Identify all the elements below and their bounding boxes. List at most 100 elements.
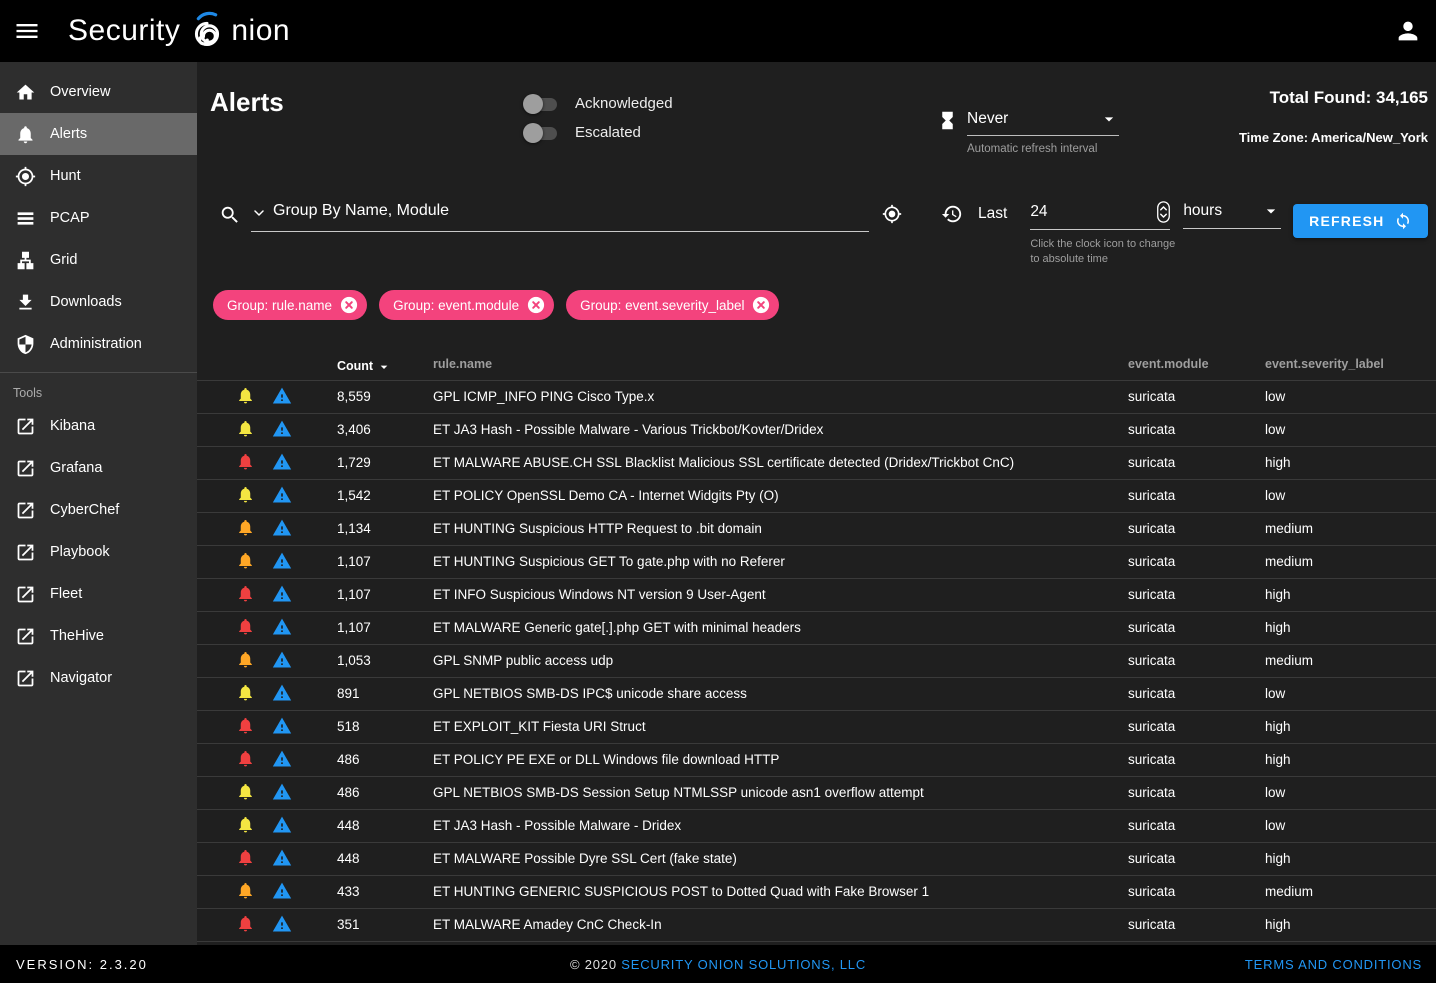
cell-severity-label[interactable]: high <box>1265 719 1291 734</box>
column-header-rule-name[interactable]: rule.name <box>433 357 492 371</box>
cell-count[interactable]: 1,107 <box>337 620 371 635</box>
sidebar-tool-playbook[interactable]: Playbook <box>0 531 197 573</box>
alert-info-icon[interactable] <box>272 419 292 439</box>
alert-info-icon[interactable] <box>272 881 292 901</box>
cell-event-module[interactable]: suricata <box>1128 818 1175 833</box>
cell-rule-name[interactable]: ET MALWARE Possible Dyre SSL Cert (fake … <box>433 851 737 866</box>
cell-event-module[interactable]: suricata <box>1128 686 1175 701</box>
cell-event-module[interactable]: suricata <box>1128 422 1175 437</box>
alert-info-icon[interactable] <box>272 683 292 703</box>
cell-count[interactable]: 448 <box>337 818 360 833</box>
table-row[interactable]: 8,559 GPL ICMP_INFO PING Cisco Type.x su… <box>197 380 1436 413</box>
cell-count[interactable]: 1,542 <box>337 488 371 503</box>
cell-severity-label[interactable]: high <box>1265 752 1291 767</box>
cell-rule-name[interactable]: GPL ICMP_INFO PING Cisco Type.x <box>433 389 654 404</box>
table-row[interactable]: 486 ET POLICY PE EXE or DLL Windows file… <box>197 743 1436 776</box>
terms-link[interactable]: TERMS AND CONDITIONS <box>1245 957 1422 972</box>
query-history-chevron-icon[interactable] <box>251 201 273 221</box>
cell-rule-name[interactable]: ET HUNTING Suspicious GET To gate.php wi… <box>433 554 785 569</box>
alert-info-icon[interactable] <box>272 716 292 736</box>
severity-bell-icon[interactable] <box>236 881 255 900</box>
group-filter-chip[interactable]: Group: event.module <box>379 290 554 320</box>
group-filter-chip[interactable]: Group: rule.name <box>213 290 367 320</box>
sidebar-tool-thehive[interactable]: TheHive <box>0 615 197 657</box>
alert-info-icon[interactable] <box>272 584 292 604</box>
cell-count[interactable]: 351 <box>337 917 360 932</box>
toggle-escalated[interactable]: Escalated <box>523 118 673 147</box>
menu-icon[interactable] <box>13 17 41 45</box>
severity-bell-icon[interactable] <box>236 848 255 867</box>
refresh-button[interactable]: REFRESH <box>1293 204 1428 238</box>
cell-count[interactable]: 518 <box>337 719 360 734</box>
cell-rule-name[interactable]: ET POLICY PE EXE or DLL Windows file dow… <box>433 752 779 767</box>
cell-rule-name[interactable]: ET JA3 Hash - Possible Malware - Various… <box>433 422 823 437</box>
alert-info-icon[interactable] <box>272 617 292 637</box>
sidebar-tool-kibana[interactable]: Kibana <box>0 405 197 447</box>
cell-event-module[interactable]: suricata <box>1128 620 1175 635</box>
severity-bell-icon[interactable] <box>236 551 255 570</box>
cell-count[interactable]: 1,107 <box>337 587 371 602</box>
table-row[interactable]: 486 GPL NETBIOS SMB-DS Session Setup NTM… <box>197 776 1436 809</box>
cell-severity-label[interactable]: low <box>1265 818 1285 833</box>
table-row[interactable]: 1,107 ET HUNTING Suspicious GET To gate.… <box>197 545 1436 578</box>
sidebar-tool-cyberchef[interactable]: CyberChef <box>0 489 197 531</box>
table-row[interactable]: 1,107 ET INFO Suspicious Windows NT vers… <box>197 578 1436 611</box>
cell-severity-label[interactable]: high <box>1265 455 1291 470</box>
severity-bell-icon[interactable] <box>236 518 255 537</box>
cell-event-module[interactable]: suricata <box>1128 752 1175 767</box>
cell-rule-name[interactable]: GPL SNMP public access udp <box>433 653 613 668</box>
cell-event-module[interactable]: suricata <box>1128 785 1175 800</box>
alert-info-icon[interactable] <box>272 914 292 934</box>
severity-bell-icon[interactable] <box>236 419 255 438</box>
table-row[interactable]: 448 ET MALWARE Possible Dyre SSL Cert (f… <box>197 842 1436 875</box>
sidebar-tool-grafana[interactable]: Grafana <box>0 447 197 489</box>
relative-time-clock-icon[interactable] <box>941 201 963 225</box>
search-icon[interactable] <box>219 201 241 226</box>
table-row[interactable]: 433 ET HUNTING GENERIC SUSPICIOUS POST t… <box>197 875 1436 908</box>
column-header-count[interactable]: Count <box>337 357 392 375</box>
table-row[interactable]: 1,542 ET POLICY OpenSSL Demo CA - Intern… <box>197 479 1436 512</box>
cell-event-module[interactable]: suricata <box>1128 653 1175 668</box>
cell-rule-name[interactable]: ET MALWARE Generic gate[.].php GET with … <box>433 620 801 635</box>
alert-info-icon[interactable] <box>272 848 292 868</box>
crosshair-actions-icon[interactable] <box>882 201 902 224</box>
cell-event-module[interactable]: suricata <box>1128 587 1175 602</box>
cell-count[interactable]: 891 <box>337 686 360 701</box>
cell-event-module[interactable]: suricata <box>1128 554 1175 569</box>
sidebar-tool-navigator[interactable]: Navigator <box>0 657 197 699</box>
sidebar-item-pcap[interactable]: PCAP <box>0 197 197 239</box>
alert-info-icon[interactable] <box>272 650 292 670</box>
cell-count[interactable]: 486 <box>337 752 360 767</box>
cell-event-module[interactable]: suricata <box>1128 917 1175 932</box>
cell-count[interactable]: 448 <box>337 851 360 866</box>
cell-severity-label[interactable]: high <box>1265 587 1291 602</box>
severity-bell-icon[interactable] <box>236 485 255 504</box>
cell-rule-name[interactable]: ET HUNTING Suspicious HTTP Request to .b… <box>433 521 762 536</box>
hourglass-icon[interactable] <box>937 109 958 155</box>
severity-bell-icon[interactable] <box>236 650 255 669</box>
cell-rule-name[interactable]: ET EXPLOIT_KIT Fiesta URI Struct <box>433 719 646 734</box>
cell-event-module[interactable]: suricata <box>1128 884 1175 899</box>
table-row[interactable]: 1,729 ET MALWARE ABUSE.CH SSL Blacklist … <box>197 446 1436 479</box>
sidebar-item-downloads[interactable]: Downloads <box>0 281 197 323</box>
table-row[interactable]: 518 ET EXPLOIT_KIT Fiesta URI Struct sur… <box>197 710 1436 743</box>
cell-rule-name[interactable]: GPL NETBIOS SMB-DS Session Setup NTMLSSP… <box>433 785 924 800</box>
cell-rule-name[interactable]: ET JA3 Hash - Possible Malware - Dridex <box>433 818 681 833</box>
severity-bell-icon[interactable] <box>236 584 255 603</box>
cell-severity-label[interactable]: low <box>1265 389 1285 404</box>
cell-rule-name[interactable]: GPL NETBIOS SMB-DS IPC$ unicode share ac… <box>433 686 747 701</box>
auto-refresh-select[interactable]: Never Automatic refresh interval <box>967 109 1119 155</box>
column-header-event-module[interactable]: event.module <box>1128 357 1209 371</box>
cell-event-module[interactable]: suricata <box>1128 389 1175 404</box>
toggle-acknowledged[interactable]: Acknowledged <box>523 89 673 118</box>
app-logo[interactable]: Security nion <box>68 6 290 56</box>
cell-severity-label[interactable]: low <box>1265 785 1285 800</box>
severity-bell-icon[interactable] <box>236 782 255 801</box>
alert-info-icon[interactable] <box>272 452 292 472</box>
cell-rule-name[interactable]: ET HUNTING GENERIC SUSPICIOUS POST to Do… <box>433 884 929 899</box>
alert-info-icon[interactable] <box>272 485 292 505</box>
number-stepper-icon[interactable] <box>1157 201 1170 223</box>
cell-severity-label[interactable]: medium <box>1265 653 1313 668</box>
chip-close-icon[interactable] <box>527 296 545 314</box>
alert-info-icon[interactable] <box>272 551 292 571</box>
